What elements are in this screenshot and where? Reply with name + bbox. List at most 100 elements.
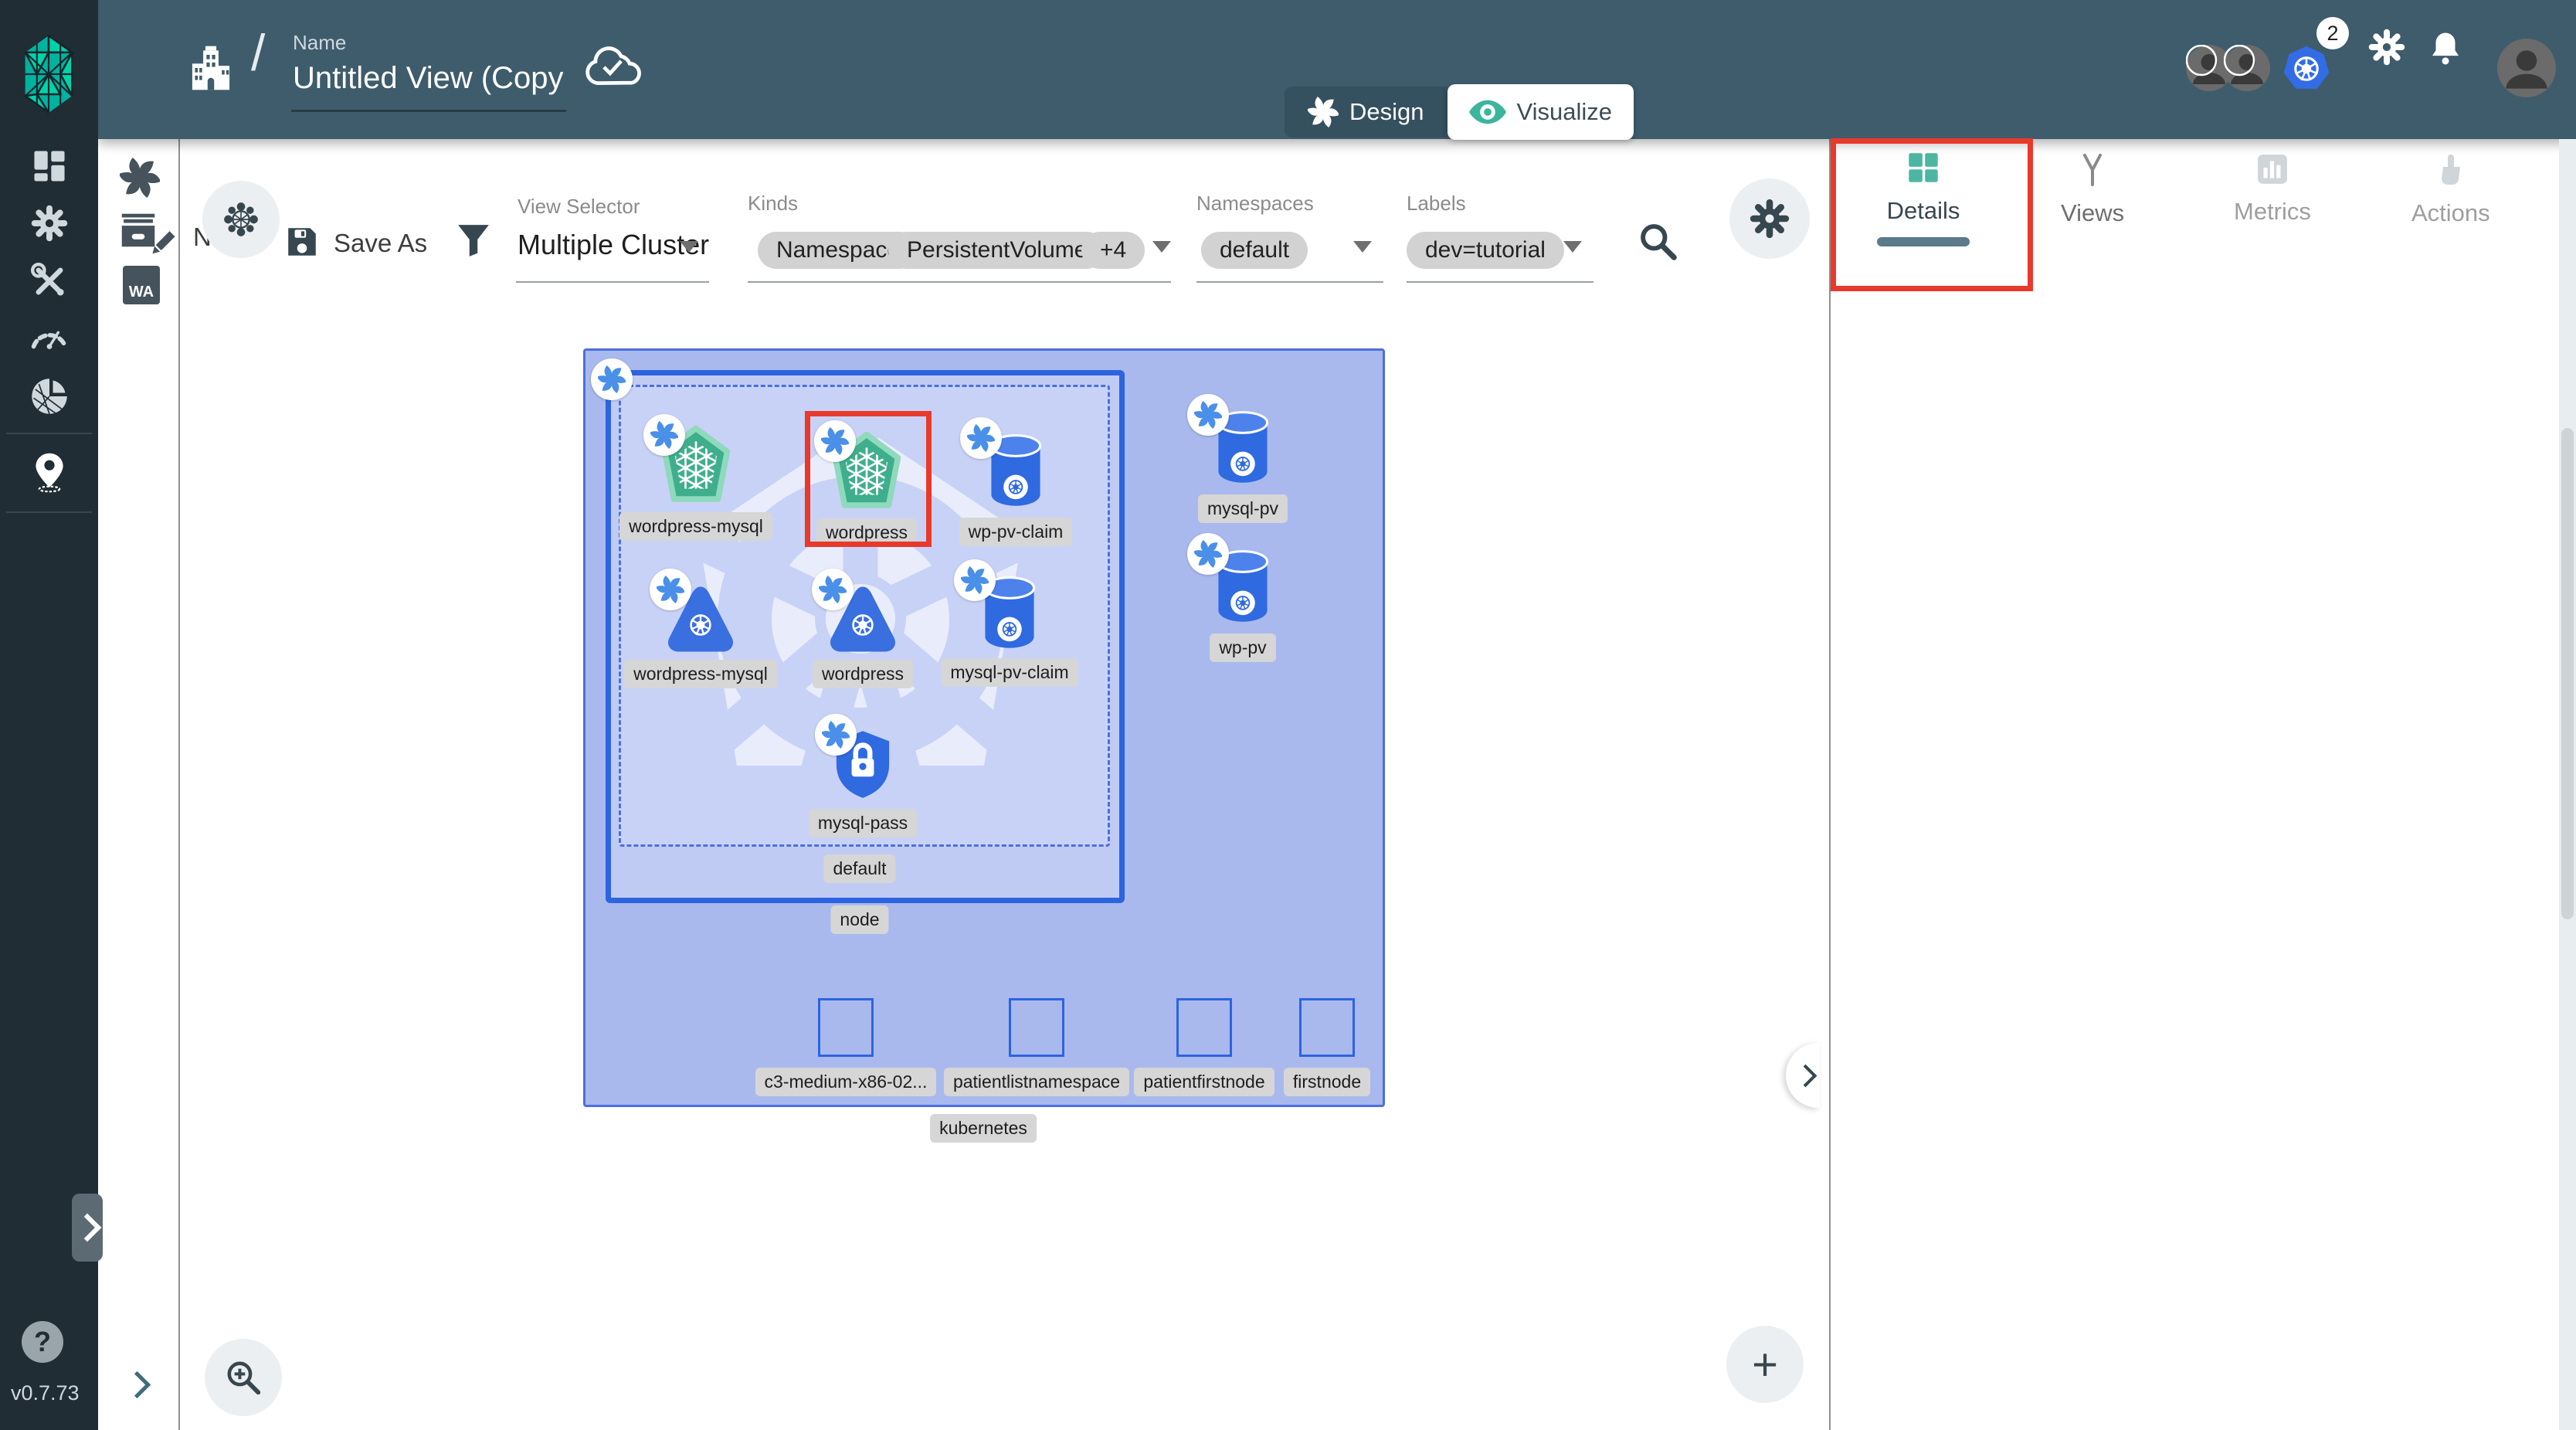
tab-label: Metrics <box>2234 198 2311 226</box>
meshery-badge <box>650 569 691 610</box>
node-mysql-pass[interactable]: mysql-pass <box>762 728 963 837</box>
notifications-bell-icon[interactable] <box>2428 29 2463 68</box>
view-selector-caret[interactable] <box>680 241 698 253</box>
help-button[interactable]: ? <box>22 1321 63 1363</box>
node-label-chip: wp-pv-claim <box>959 518 1073 546</box>
meshery-badge <box>812 569 854 610</box>
save-as-button[interactable]: Save As <box>334 229 427 258</box>
node-label-chip: wordpress-mysql <box>624 660 777 688</box>
sidebar-divider <box>6 433 92 434</box>
empty-node-square <box>1009 998 1064 1057</box>
context-count-badge[interactable]: 2 <box>2316 17 2349 49</box>
labels-label: Labels <box>1407 192 1466 216</box>
sidebar-item-mesh-map[interactable] <box>0 451 98 493</box>
tab-label: Actions <box>2411 199 2490 227</box>
node-firstnode[interactable]: firstnode <box>1227 998 1427 1096</box>
meshery-badge <box>1187 394 1229 436</box>
node-label-chip: wp-pv <box>1210 633 1275 662</box>
cloud-check-icon <box>583 45 642 90</box>
design-tab-label: Design <box>1349 98 1424 126</box>
actions-hand-icon <box>2435 153 2466 187</box>
tab-design[interactable]: Design <box>1285 87 1448 138</box>
view-name-underline <box>291 110 566 112</box>
meshery-badge <box>1187 533 1229 575</box>
node-label-chip: wordpress-mysql <box>619 512 772 541</box>
view-selector-underline <box>516 281 709 283</box>
search-icon[interactable] <box>1638 221 1678 261</box>
meshery-badge <box>960 417 1002 459</box>
sidebar-expand-button[interactable] <box>72 1194 103 1262</box>
node-label-chip: firstnode <box>1284 1068 1370 1096</box>
panel-scrollbar-thumb[interactable] <box>2561 428 2574 919</box>
cluster-icon <box>221 199 261 239</box>
tab-actions[interactable]: Actions <box>2411 153 2490 227</box>
tab-metrics[interactable]: Metrics <box>2234 153 2311 226</box>
node-label[interactable]: node <box>830 905 888 934</box>
metrics-icon <box>2256 153 2289 185</box>
view-selector-label: View Selector <box>518 195 640 219</box>
strip-divider <box>178 139 180 1430</box>
kubernetes-context-icon[interactable] <box>2282 45 2330 93</box>
kind-chip[interactable]: PersistentVolume <box>888 232 1105 269</box>
node-label-chip: mysql-pv-claim <box>941 658 1078 687</box>
panel-divider <box>1829 139 1831 1430</box>
edit-pencil-icon[interactable] <box>146 226 180 260</box>
panel-collapse-handle[interactable] <box>1786 1043 1820 1108</box>
sidebar-item-toolkit[interactable] <box>0 263 98 300</box>
node-mysql-pv-claim[interactable]: mysql-pv-claim <box>909 575 1110 687</box>
node-label-chip: patientlistnamespace <box>944 1068 1129 1096</box>
breadcrumb-separator: / <box>251 23 265 82</box>
design-pinwheel-icon <box>1308 97 1339 127</box>
wasm-filter-icon[interactable]: WA <box>123 266 160 304</box>
collaborator-avatar[interactable] <box>2224 45 2270 91</box>
user-avatar[interactable] <box>2497 39 2556 97</box>
cluster-container[interactable]: default node kubernetes wordpress-mysql … <box>583 348 1385 1107</box>
tab-views[interactable]: Views <box>2061 153 2124 227</box>
namespace-chip[interactable]: default <box>1201 232 1308 269</box>
mode-toggle: Design Visualize <box>1285 87 1634 138</box>
gear-icon <box>1749 198 1790 239</box>
left-sidebar: ? v0.7.73 <box>0 0 98 1430</box>
node-mysql-pv[interactable]: mysql-pv <box>1142 409 1343 523</box>
zoom-button[interactable] <box>205 1339 282 1416</box>
canvas-side-strip: WA <box>98 139 179 1430</box>
meshery-logo[interactable] <box>22 34 76 114</box>
node-wp-pv-claim[interactable]: wp-pv-claim <box>915 433 1116 546</box>
node-wp-pv[interactable]: wp-pv <box>1142 549 1343 662</box>
canvas-settings-button[interactable] <box>1729 178 1810 259</box>
kind-overflow-chip[interactable]: +4 <box>1081 232 1145 269</box>
namespaces-label: Namespaces <box>1196 192 1314 216</box>
sidebar-item-lifecycle[interactable] <box>0 204 98 243</box>
organization-icon[interactable] <box>185 32 237 104</box>
empty-node-square <box>1299 998 1355 1057</box>
filter-funnel-icon[interactable] <box>456 222 491 258</box>
labels-caret[interactable] <box>1563 241 1582 253</box>
kinds-underline <box>748 281 1171 283</box>
sidebar-divider <box>6 511 92 513</box>
design-spiral-icon[interactable] <box>120 158 160 198</box>
sidebar-item-performance[interactable] <box>0 321 98 352</box>
node-label-chip: wordpress <box>813 660 913 688</box>
settings-gear-icon[interactable] <box>2367 28 2406 66</box>
namespaces-caret[interactable] <box>1353 241 1372 253</box>
strip-expand-button[interactable] <box>127 1375 147 1398</box>
save-icon <box>284 224 320 260</box>
cluster-label[interactable]: kubernetes <box>930 1114 1037 1143</box>
view-name-input[interactable] <box>291 60 565 97</box>
chevron-right-icon <box>73 1214 102 1242</box>
add-button[interactable]: + <box>1726 1326 1804 1403</box>
label-chip[interactable]: dev=tutorial <box>1407 232 1564 269</box>
tab-visualize[interactable]: Visualize <box>1448 84 1634 140</box>
sidebar-item-extensions[interactable] <box>0 377 98 416</box>
views-icon <box>2077 153 2108 187</box>
namespace-label[interactable]: default <box>823 854 895 883</box>
node-c3-medium[interactable]: c3-medium-x86-02... <box>745 998 946 1096</box>
kinds-caret[interactable] <box>1152 241 1171 253</box>
app-header: / Name Design Visualize 2 <box>98 0 2576 139</box>
sidebar-item-dashboard[interactable] <box>0 148 98 184</box>
node-meshery-badge[interactable] <box>591 358 633 400</box>
node-label-chip: mysql-pass <box>809 809 917 837</box>
meshery-badge <box>954 559 996 601</box>
node-label-chip: mysql-pv <box>1198 494 1288 523</box>
cluster-toggle-button[interactable] <box>202 181 280 258</box>
